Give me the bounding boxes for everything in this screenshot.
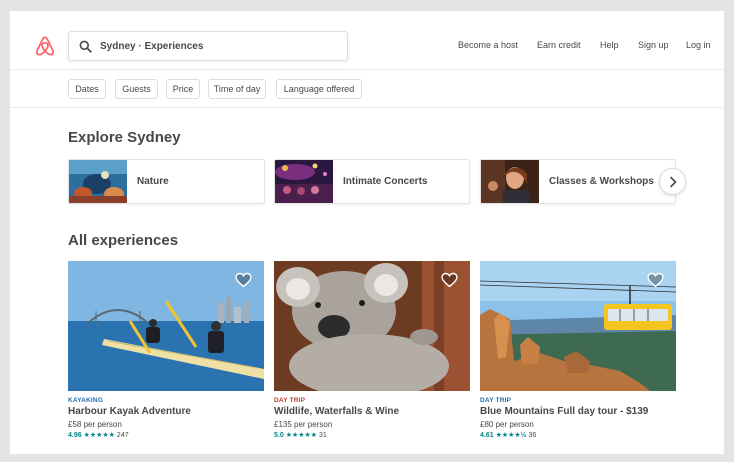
concerts-thumbnail [275, 160, 333, 203]
nav-help[interactable]: Help [600, 40, 619, 50]
rating-score: 4.61 [480, 432, 494, 439]
category-label-nature: Nature [137, 176, 169, 187]
rating-score: 5.0 [274, 432, 284, 439]
experience-title[interactable]: Harbour Kayak Adventure [68, 406, 264, 417]
experience-type: DAY TRIP [274, 397, 306, 404]
rating-stars-icon: ★★★★½ [495, 432, 527, 439]
workshops-thumbnail [481, 160, 539, 203]
experience-photo[interactable] [68, 261, 264, 391]
experience-price: £58 per person [68, 420, 122, 429]
category-card-nature[interactable]: Nature [68, 159, 265, 204]
experience-card-wildlife-waterfalls-wine[interactable]: DAY TRIP Wildlife, Waterfalls & Wine £13… [274, 261, 470, 439]
experience-rating: 4.61 ★★★★½ 36 [480, 431, 676, 439]
experience-type: DAY TRIP [480, 397, 512, 404]
experience-card-blue-mountains[interactable]: DAY TRIP Blue Mountains Full day tour - … [480, 261, 676, 439]
search-input[interactable] [100, 40, 330, 52]
filter-bar: Dates Guests Price Time of day Language … [10, 70, 724, 108]
experience-title[interactable]: Wildlife, Waterfalls & Wine [274, 406, 470, 417]
filter-guests[interactable]: Guests [115, 79, 158, 99]
save-heart-icon[interactable] [647, 272, 664, 288]
experience-photo[interactable] [274, 261, 470, 391]
experience-type: KAYAKING [68, 397, 104, 404]
nav-become-a-host[interactable]: Become a host [458, 40, 518, 50]
top-navigation-bar: Become a host Earn credit Help Sign up L… [10, 11, 724, 70]
review-count: 31 [319, 432, 327, 439]
search-box[interactable] [68, 31, 348, 61]
carousel-next-button[interactable] [659, 168, 686, 195]
filter-language-offered[interactable]: Language offered [276, 79, 362, 99]
experience-title[interactable]: Blue Mountains Full day tour - $139 [480, 406, 676, 417]
filter-dates[interactable]: Dates [68, 79, 106, 99]
category-label-intimate-concerts: Intimate Concerts [343, 176, 428, 187]
experience-price: £80 per person [480, 420, 534, 429]
nav-earn-credit[interactable]: Earn credit [537, 40, 581, 50]
rating-score: 4.96 [68, 432, 82, 439]
category-card-intimate-concerts[interactable]: Intimate Concerts [274, 159, 470, 204]
experience-photo[interactable] [480, 261, 676, 391]
review-count: 247 [116, 432, 129, 439]
nav-sign-up[interactable]: Sign up [638, 40, 669, 50]
experience-rating: 4.96 ★★★★★ 247 [68, 431, 264, 439]
category-label-classes-workshops: Classes & Workshops [549, 176, 654, 187]
airbnb-logo-icon[interactable] [34, 35, 56, 57]
nav-log-in[interactable]: Log in [686, 40, 711, 50]
chevron-right-icon [669, 176, 676, 187]
all-experiences-title: All experiences [68, 232, 179, 249]
filter-time-of-day[interactable]: Time of day [208, 79, 266, 99]
nature-thumbnail [69, 160, 127, 203]
review-count: 36 [528, 432, 537, 439]
experience-rating: 5.0 ★★★★★ 31 [274, 431, 470, 439]
explore-title: Explore Sydney [68, 129, 181, 146]
rating-stars-icon: ★★★★★ [285, 432, 318, 439]
experience-card-harbour-kayak[interactable]: KAYAKING Harbour Kayak Adventure £58 per… [68, 261, 264, 439]
filter-price[interactable]: Price [166, 79, 200, 99]
app-window: Become a host Earn credit Help Sign up L… [10, 11, 724, 454]
category-card-classes-workshops[interactable]: Classes & Workshops [480, 159, 676, 204]
save-heart-icon[interactable] [235, 272, 252, 288]
save-heart-icon[interactable] [441, 272, 458, 288]
rating-stars-icon: ★★★★★ [83, 432, 115, 439]
experience-price: £135 per person [274, 420, 333, 429]
search-icon [79, 40, 92, 53]
